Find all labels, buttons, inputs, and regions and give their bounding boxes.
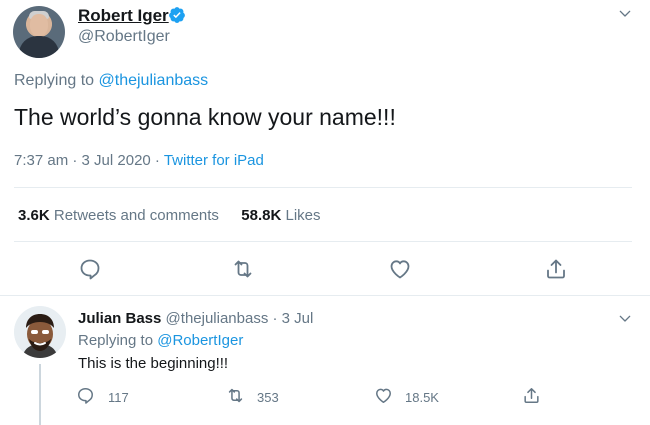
reply-date[interactable]: · 3 Jul xyxy=(268,310,314,327)
chevron-down-icon[interactable] xyxy=(617,6,633,22)
retweet-icon[interactable] xyxy=(231,257,255,281)
reply-like-count: 18.5K xyxy=(405,390,439,405)
chevron-down-icon[interactable] xyxy=(617,311,633,327)
likes-count: 58.8K xyxy=(241,207,282,224)
likes-stat[interactable]: 58.8K Likes xyxy=(241,207,320,224)
replying-prefix: Replying to xyxy=(14,72,99,89)
likes-label: Likes xyxy=(281,207,321,224)
reply-author-name[interactable]: Julian Bass xyxy=(78,310,161,327)
reply-text: This is the beginning!!! xyxy=(78,355,229,372)
heart-icon[interactable] xyxy=(374,386,393,405)
tweet-time[interactable]: 7:37 am · 3 Jul 2020 · xyxy=(14,152,164,169)
tweet-stats: 3.6K Retweets and comments 58.8K Likes xyxy=(18,207,321,224)
author-handle[interactable]: @RobertIger xyxy=(78,28,170,46)
tweet-source-link[interactable]: Twitter for iPad xyxy=(164,152,264,169)
reply-icon[interactable] xyxy=(78,257,102,281)
reply-replying-handle-link[interactable]: @RobertIger xyxy=(157,332,243,349)
retweets-label: Retweets and comments xyxy=(49,207,219,224)
reply-author-avatar[interactable] xyxy=(14,306,66,358)
reply-reply-count: 117 xyxy=(108,390,129,405)
avatar-face-shape xyxy=(30,14,48,36)
share-icon[interactable] xyxy=(544,257,568,281)
retweets-count: 3.6K xyxy=(18,207,50,224)
tweet-text: The world’s gonna know your name!!! xyxy=(14,104,396,130)
reply-icon[interactable] xyxy=(76,386,95,405)
replying-handle-link[interactable]: @thejulianbass xyxy=(99,72,209,89)
avatar-suit-shape xyxy=(19,36,59,58)
retweet-icon[interactable] xyxy=(226,386,245,405)
replying-to-line: Replying to @thejulianbass xyxy=(14,72,208,90)
heart-icon[interactable] xyxy=(388,257,412,281)
reply-replying-to-line: Replying to @RobertIger xyxy=(78,332,243,349)
share-icon[interactable] xyxy=(522,386,541,405)
reply-author-handle[interactable]: @thejulianbass xyxy=(166,310,269,327)
thread-line xyxy=(39,364,41,425)
verified-badge-icon xyxy=(169,7,185,23)
reply-retweet-count: 353 xyxy=(257,390,279,405)
cartoon-avatar-icon xyxy=(14,306,66,358)
author-avatar[interactable] xyxy=(13,6,65,58)
author-name[interactable]: Robert Iger xyxy=(78,6,169,26)
retweets-stat[interactable]: 3.6K Retweets and comments xyxy=(18,207,219,224)
tweet-meta: 7:37 am · 3 Jul 2020 · Twitter for iPad xyxy=(14,152,264,169)
divider xyxy=(0,295,650,296)
divider xyxy=(14,241,632,242)
reply-header: Julian Bass @thejulianbass · 3 Jul xyxy=(78,310,313,327)
reply-replying-prefix: Replying to xyxy=(78,332,158,349)
divider xyxy=(14,187,632,188)
